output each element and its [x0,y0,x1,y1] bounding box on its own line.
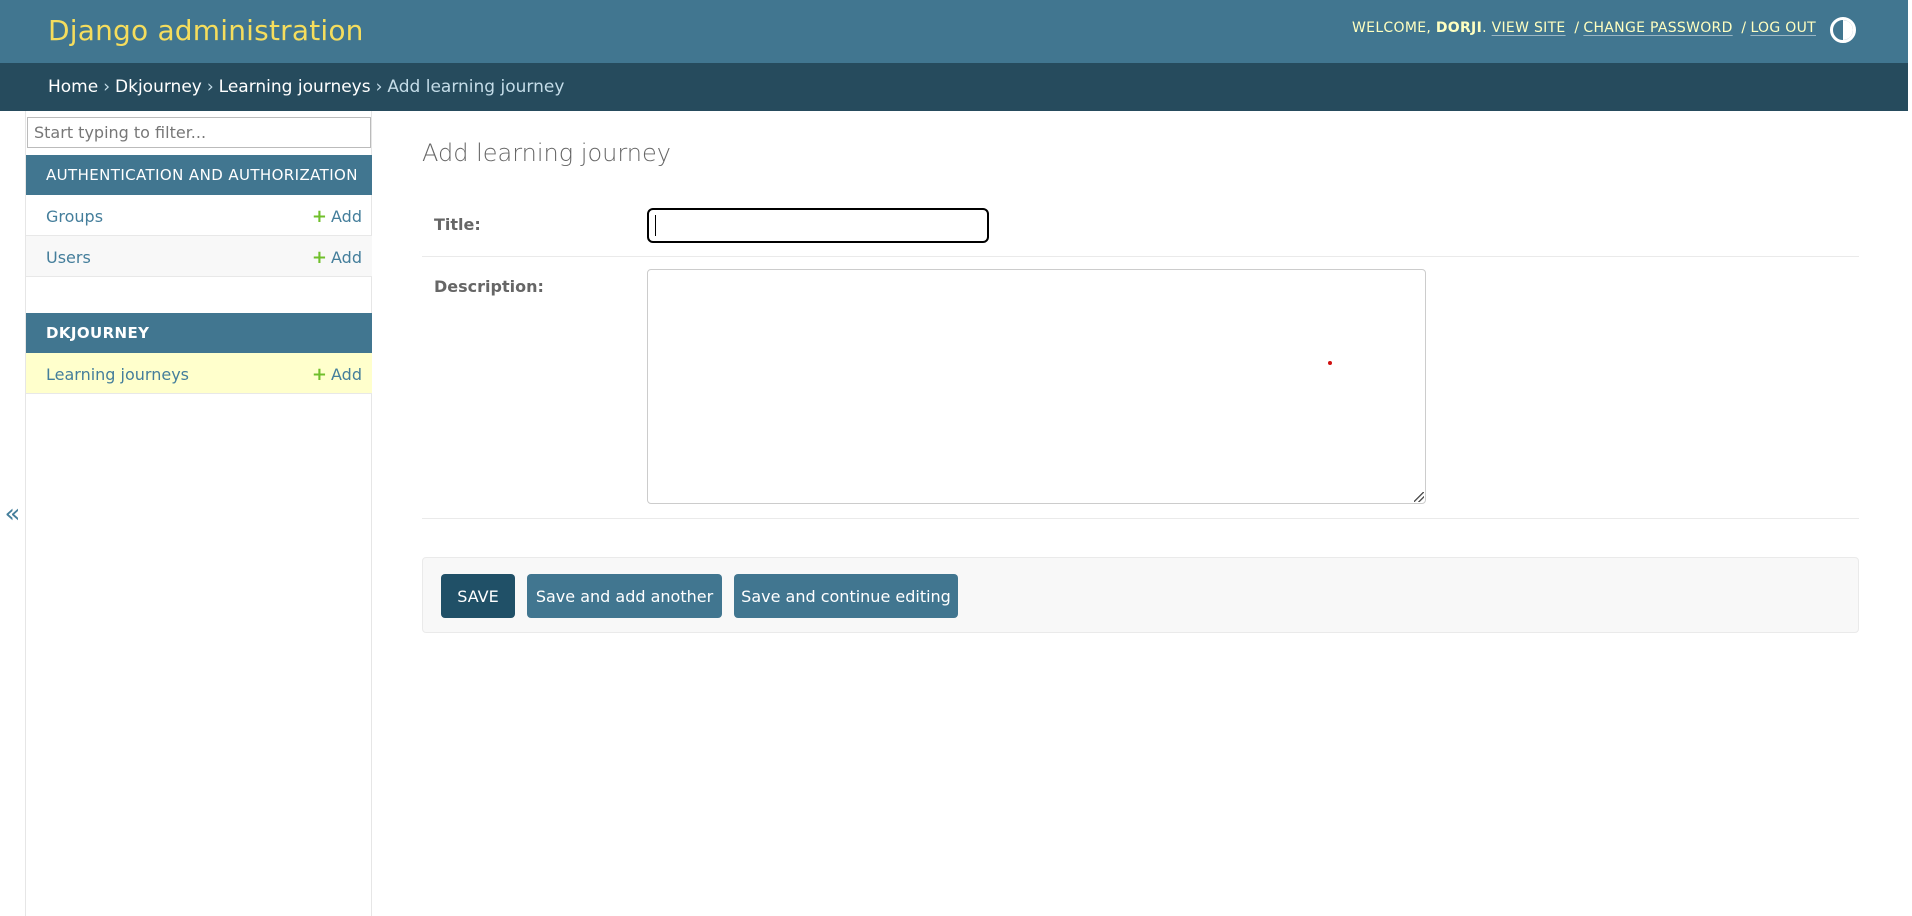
nav-sidebar: AUTHENTICATION AND AUTHORIZATION Groups … [26,111,372,916]
username: DORJI [1435,20,1483,36]
breadcrumb-arrow: › [206,77,214,97]
add-learning-journey-link[interactable]: + Add [312,364,362,385]
breadcrumb-arrow: › [103,77,111,97]
breadcrumb-learning-journeys[interactable]: Learning journeys [219,77,371,97]
save-and-continue-button[interactable]: Save and continue editing [734,574,958,618]
form-row-divider [422,518,1859,519]
module-caption-dkjourney[interactable]: DKJOURNEY [26,313,372,353]
theme-toggle-icon[interactable] [1830,17,1856,43]
plus-icon: + [311,206,328,227]
sidebar-item-label[interactable]: Groups [46,207,103,226]
plus-icon: + [311,364,328,385]
save-and-add-another-button[interactable]: Save and add another [527,574,722,618]
title-input[interactable] [647,208,989,243]
breadcrumb-arrow: › [375,77,383,97]
sidebar-collapse-icon[interactable]: « [0,111,26,916]
change-password-link[interactable]: CHANGE PASSWORD [1583,20,1732,36]
breadcrumb-dkjourney[interactable]: Dkjourney [115,77,202,97]
page-title: Add learning journey [422,139,671,167]
add-users-link[interactable]: + Add [312,247,362,268]
plus-icon: + [311,247,328,268]
theme-toggle-half [1843,20,1853,40]
title-label: Title: [434,215,481,234]
text-caret [655,215,656,236]
cursor-dot [1328,361,1332,365]
site-brand[interactable]: Django administration [48,14,364,47]
resize-grip-icon[interactable] [1414,492,1424,502]
description-textarea[interactable] [647,269,1426,504]
add-groups-link[interactable]: + Add [312,206,362,227]
view-site-link[interactable]: VIEW SITE [1492,20,1566,36]
add-label: Add [331,248,362,267]
module-caption-auth[interactable]: AUTHENTICATION AND AUTHORIZATION [26,155,372,195]
breadcrumb-home[interactable]: Home [48,77,98,97]
site-header: Django administration WELCOME, DORJI. VI… [0,0,1908,63]
sidebar-item-groups: Groups + Add [26,195,372,236]
breadcrumb-current: Add learning journey [387,77,565,97]
log-out-link[interactable]: LOG OUT [1750,20,1816,36]
sidebar-item-label[interactable]: Users [46,248,91,267]
user-tools: WELCOME, DORJI. VIEW SITE / CHANGE PASSWO… [1352,20,1816,36]
save-button[interactable]: SAVE [441,574,515,618]
separator: / [1741,20,1747,36]
sidebar-item-learning-journeys: Learning journeys + Add [26,353,372,394]
submit-row: SAVE Save and add another Save and conti… [422,557,1859,633]
welcome-text: WELCOME, [1352,20,1432,36]
breadcrumb: Home › Dkjourney › Learning journeys › Add lea… [0,63,1908,111]
add-label: Add [331,365,362,384]
username-suffix: . [1482,20,1487,36]
sidebar-item-users: Users + Add [26,236,372,277]
sidebar-filter-input[interactable] [27,117,371,148]
form-row-divider [422,256,1859,257]
add-label: Add [331,207,362,226]
description-label: Description: [434,277,544,296]
separator: / [1574,20,1580,36]
sidebar-item-label[interactable]: Learning journeys [46,365,189,384]
